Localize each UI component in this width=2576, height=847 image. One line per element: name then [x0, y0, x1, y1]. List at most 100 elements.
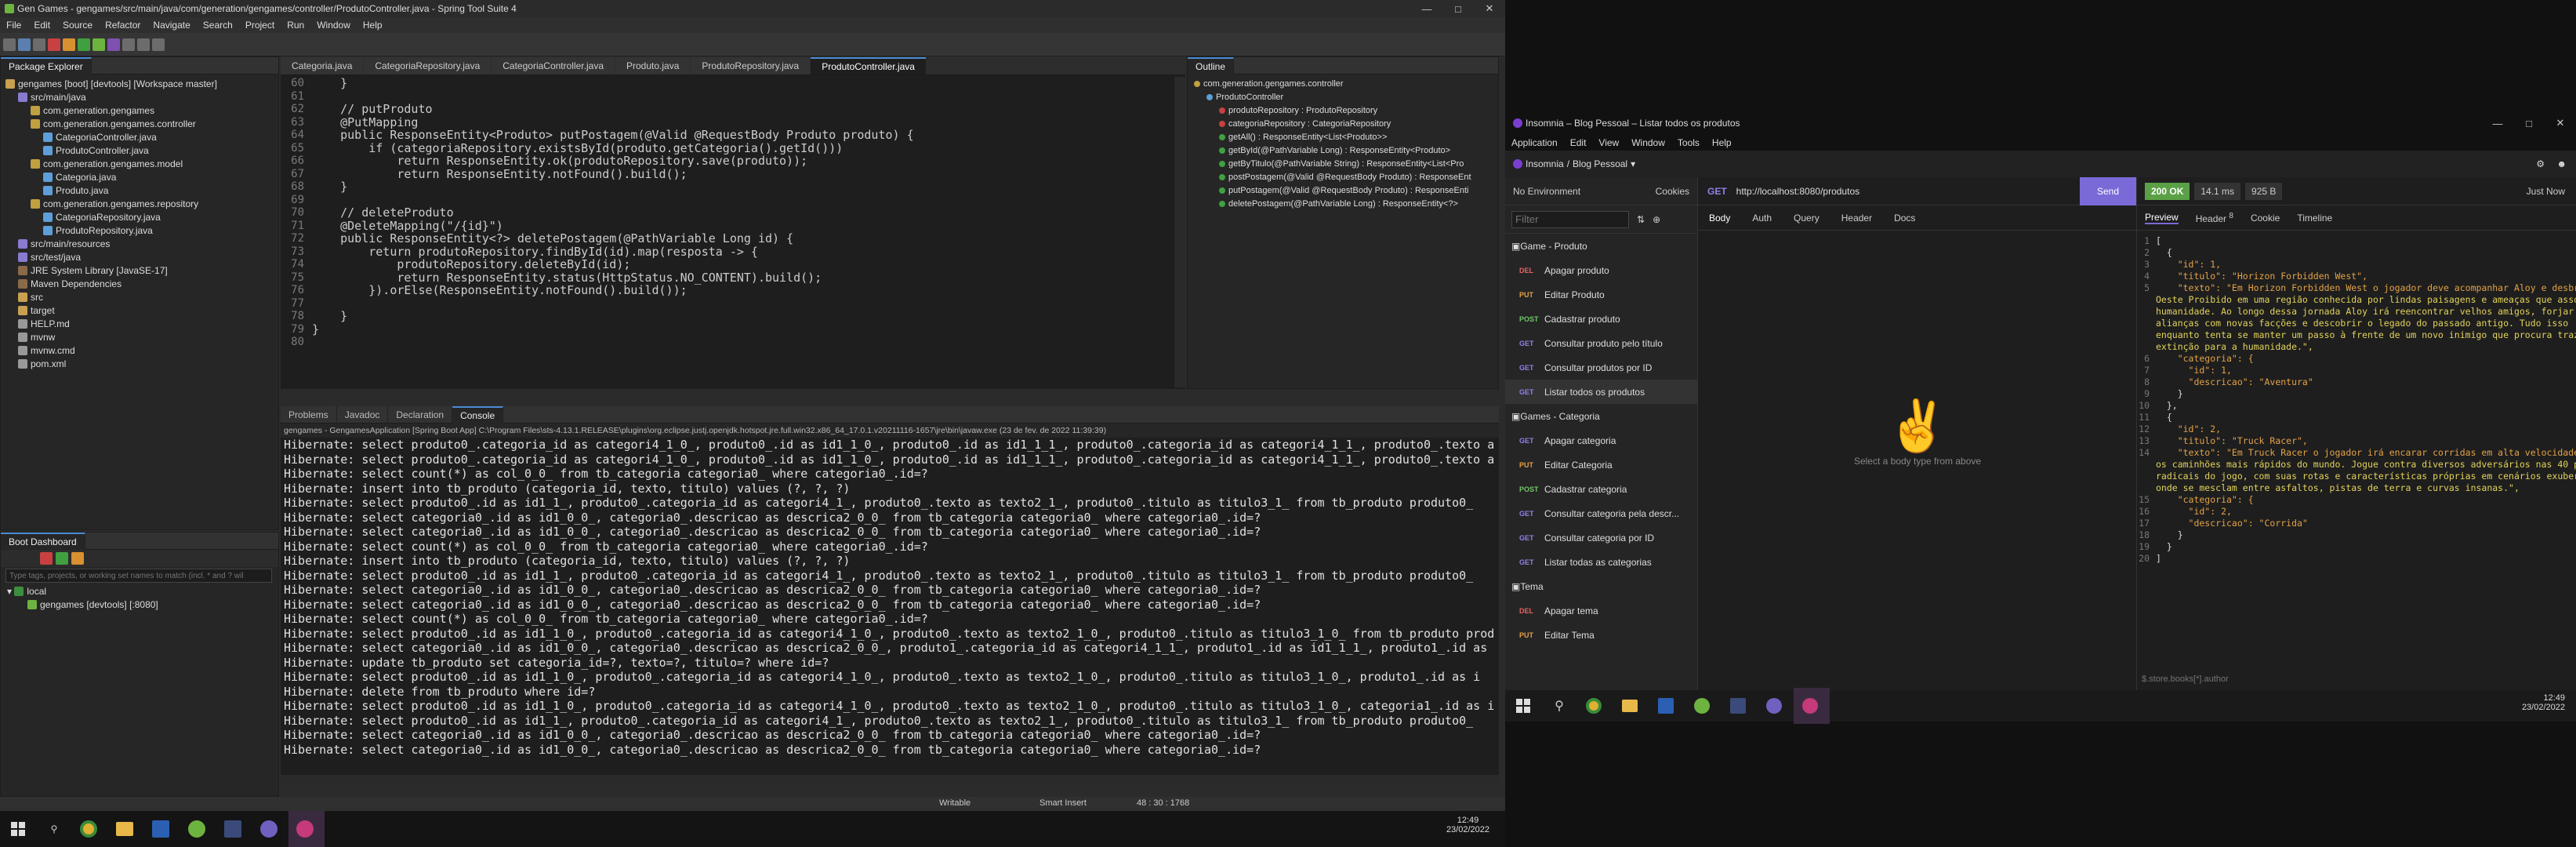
- jq-filter-input[interactable]: [2142, 671, 2549, 687]
- maximize-button[interactable]: □: [1442, 0, 1474, 17]
- forward-icon[interactable]: [152, 38, 165, 51]
- terminal-icon[interactable]: [216, 811, 252, 847]
- ins-menu-application[interactable]: Application: [1505, 137, 1564, 148]
- ins-menu-help[interactable]: Help: [1706, 137, 1738, 148]
- console-tab[interactable]: Console: [452, 405, 504, 424]
- console-tab[interactable]: Javadoc: [337, 405, 389, 424]
- request-item[interactable]: PUT Editar Categoria: [1505, 453, 1697, 477]
- method-selector[interactable]: GET: [1698, 186, 1736, 197]
- insomnia-home-icon[interactable]: [1513, 159, 1522, 169]
- menu-search[interactable]: Search: [197, 20, 239, 31]
- tab-outline[interactable]: Outline: [1188, 56, 1235, 75]
- editor-tab[interactable]: ProdutoRepository.java: [691, 57, 811, 75]
- request-item[interactable]: GET Consultar categoria por ID: [1505, 525, 1697, 550]
- account-icon[interactable]: ☻: [2556, 158, 2567, 169]
- environment-selector[interactable]: No Environment: [1513, 186, 1580, 197]
- tree-item[interactable]: ProdutoController.java: [1, 144, 278, 157]
- cookies-button[interactable]: Cookies: [1656, 186, 1689, 197]
- breadcrumb-project[interactable]: Blog Pessoal: [1573, 158, 1627, 169]
- outline-item[interactable]: ProdutoController: [1188, 90, 1498, 104]
- boot-run-icon[interactable]: [93, 38, 105, 51]
- sts-taskbar-icon[interactable]: [1685, 688, 1722, 724]
- eclipse-icon[interactable]: [252, 811, 288, 847]
- tree-item[interactable]: HELP.md: [1, 317, 278, 330]
- ins-maximize-button[interactable]: □: [2513, 115, 2545, 132]
- chrome-icon[interactable]: [1577, 688, 1613, 724]
- breadcrumb-app[interactable]: Insomnia: [1526, 158, 1564, 169]
- menu-navigate[interactable]: Navigate: [147, 20, 196, 31]
- request-item[interactable]: GET Listar todas as categorias: [1505, 550, 1697, 574]
- outline-item[interactable]: postPostagem(@Valid @RequestBody Produto…: [1188, 170, 1498, 184]
- tree-item[interactable]: com.generation.gengames: [1, 104, 278, 117]
- clock-right[interactable]: 12:49 23/02/2022: [2522, 693, 2565, 712]
- outline-item[interactable]: getByTitulo(@PathVariable String) : Resp…: [1188, 157, 1498, 170]
- request-item[interactable]: GET Listar todos os produtos: [1505, 380, 1697, 404]
- coverage-icon[interactable]: [107, 38, 120, 51]
- tree-item[interactable]: Categoria.java: [1, 170, 278, 184]
- close-button[interactable]: ✕: [1474, 0, 1505, 17]
- tree-item[interactable]: gengames [boot] [devtools] [Workspace ma…: [1, 77, 278, 90]
- tree-item[interactable]: pom.xml: [1, 357, 278, 370]
- folder-row[interactable]: ▣ Tema: [1505, 574, 1697, 598]
- tree-item[interactable]: Produto.java: [1, 184, 278, 197]
- boot-start-icon[interactable]: [56, 552, 68, 565]
- boot-app-node[interactable]: gengames [devtools] [:8080]: [1, 598, 278, 611]
- tree-item[interactable]: mvnw.cmd: [1, 344, 278, 357]
- folder-icon[interactable]: [1613, 688, 1649, 724]
- request-item[interactable]: PUT Editar Tema: [1505, 623, 1697, 647]
- tab-boot-dashboard[interactable]: Boot Dashboard: [1, 532, 85, 550]
- editor-tab[interactable]: Produto.java: [615, 57, 691, 75]
- request-item[interactable]: DEL Apagar tema: [1505, 598, 1697, 623]
- request-item[interactable]: DEL Apagar produto: [1505, 258, 1697, 282]
- menu-help[interactable]: Help: [357, 20, 389, 31]
- request-item[interactable]: GET Apagar categoria: [1505, 428, 1697, 453]
- tab-cookie[interactable]: Cookie: [2251, 213, 2280, 224]
- boot-filter-input[interactable]: [5, 569, 272, 583]
- boot-stop-icon[interactable]: [40, 552, 53, 565]
- tree-item[interactable]: src/main/java: [1, 90, 278, 104]
- tree-item[interactable]: CategoriaRepository.java: [1, 210, 278, 224]
- back-icon[interactable]: [137, 38, 150, 51]
- request-tab[interactable]: Auth: [1752, 213, 1772, 224]
- ins-menu-view[interactable]: View: [1592, 137, 1625, 148]
- menu-edit[interactable]: Edit: [27, 20, 56, 31]
- url-input[interactable]: [1736, 180, 2080, 202]
- folder-row[interactable]: ▣ Game - Produto: [1505, 234, 1697, 258]
- search-icon[interactable]: [122, 38, 135, 51]
- search-taskbar-icon[interactable]: ⚲: [36, 811, 72, 847]
- menu-run[interactable]: Run: [281, 20, 310, 31]
- ins-close-button[interactable]: ✕: [2545, 115, 2576, 132]
- add-request-icon[interactable]: ⊕: [1653, 214, 1660, 225]
- editor-scrollbar[interactable]: [1174, 77, 1185, 387]
- outline-item[interactable]: produtoRepository : ProdutoRepository: [1188, 104, 1498, 117]
- editor-tab[interactable]: Categoria.java: [281, 57, 364, 75]
- console-h-scrollbar[interactable]: [281, 775, 1499, 786]
- send-button[interactable]: Send: [2080, 176, 2136, 205]
- filter-input[interactable]: [1511, 210, 1629, 228]
- menu-source[interactable]: Source: [56, 20, 99, 31]
- new-icon[interactable]: [3, 38, 16, 51]
- tree-item[interactable]: target: [1, 304, 278, 317]
- tab-preview[interactable]: Preview: [2145, 212, 2179, 224]
- boot-local-node[interactable]: ▾ local: [1, 584, 278, 598]
- menu-refactor[interactable]: Refactor: [99, 20, 147, 31]
- chrome-icon[interactable]: [72, 811, 108, 847]
- chevron-down-icon[interactable]: ▾: [1627, 158, 1635, 169]
- tree-item[interactable]: CategoriaController.java: [1, 130, 278, 144]
- ins-minimize-button[interactable]: —: [2482, 115, 2513, 132]
- outline-item[interactable]: com.generation.gengames.controller: [1188, 77, 1498, 90]
- save-icon[interactable]: [18, 38, 31, 51]
- ins-menu-edit[interactable]: Edit: [1564, 137, 1593, 148]
- folder-row[interactable]: ▣ Games - Categoria: [1505, 404, 1697, 428]
- tree-item[interactable]: src/test/java: [1, 250, 278, 264]
- boot-debug-icon[interactable]: [71, 552, 84, 565]
- editor-tab[interactable]: CategoriaRepository.java: [364, 57, 492, 75]
- save-all-icon[interactable]: [33, 38, 45, 51]
- editor-tab[interactable]: ProdutoController.java: [811, 57, 926, 75]
- outline-item[interactable]: getById(@PathVariable Long) : ResponseEn…: [1188, 144, 1498, 157]
- settings-gear-icon[interactable]: ⚙: [2536, 158, 2545, 169]
- outline-item[interactable]: categoriaRepository : CategoriaRepositor…: [1188, 117, 1498, 130]
- tree-item[interactable]: com.generation.gengames.controller: [1, 117, 278, 130]
- request-item[interactable]: POST Cadastrar produto: [1505, 307, 1697, 331]
- request-tab[interactable]: Docs: [1894, 213, 1915, 224]
